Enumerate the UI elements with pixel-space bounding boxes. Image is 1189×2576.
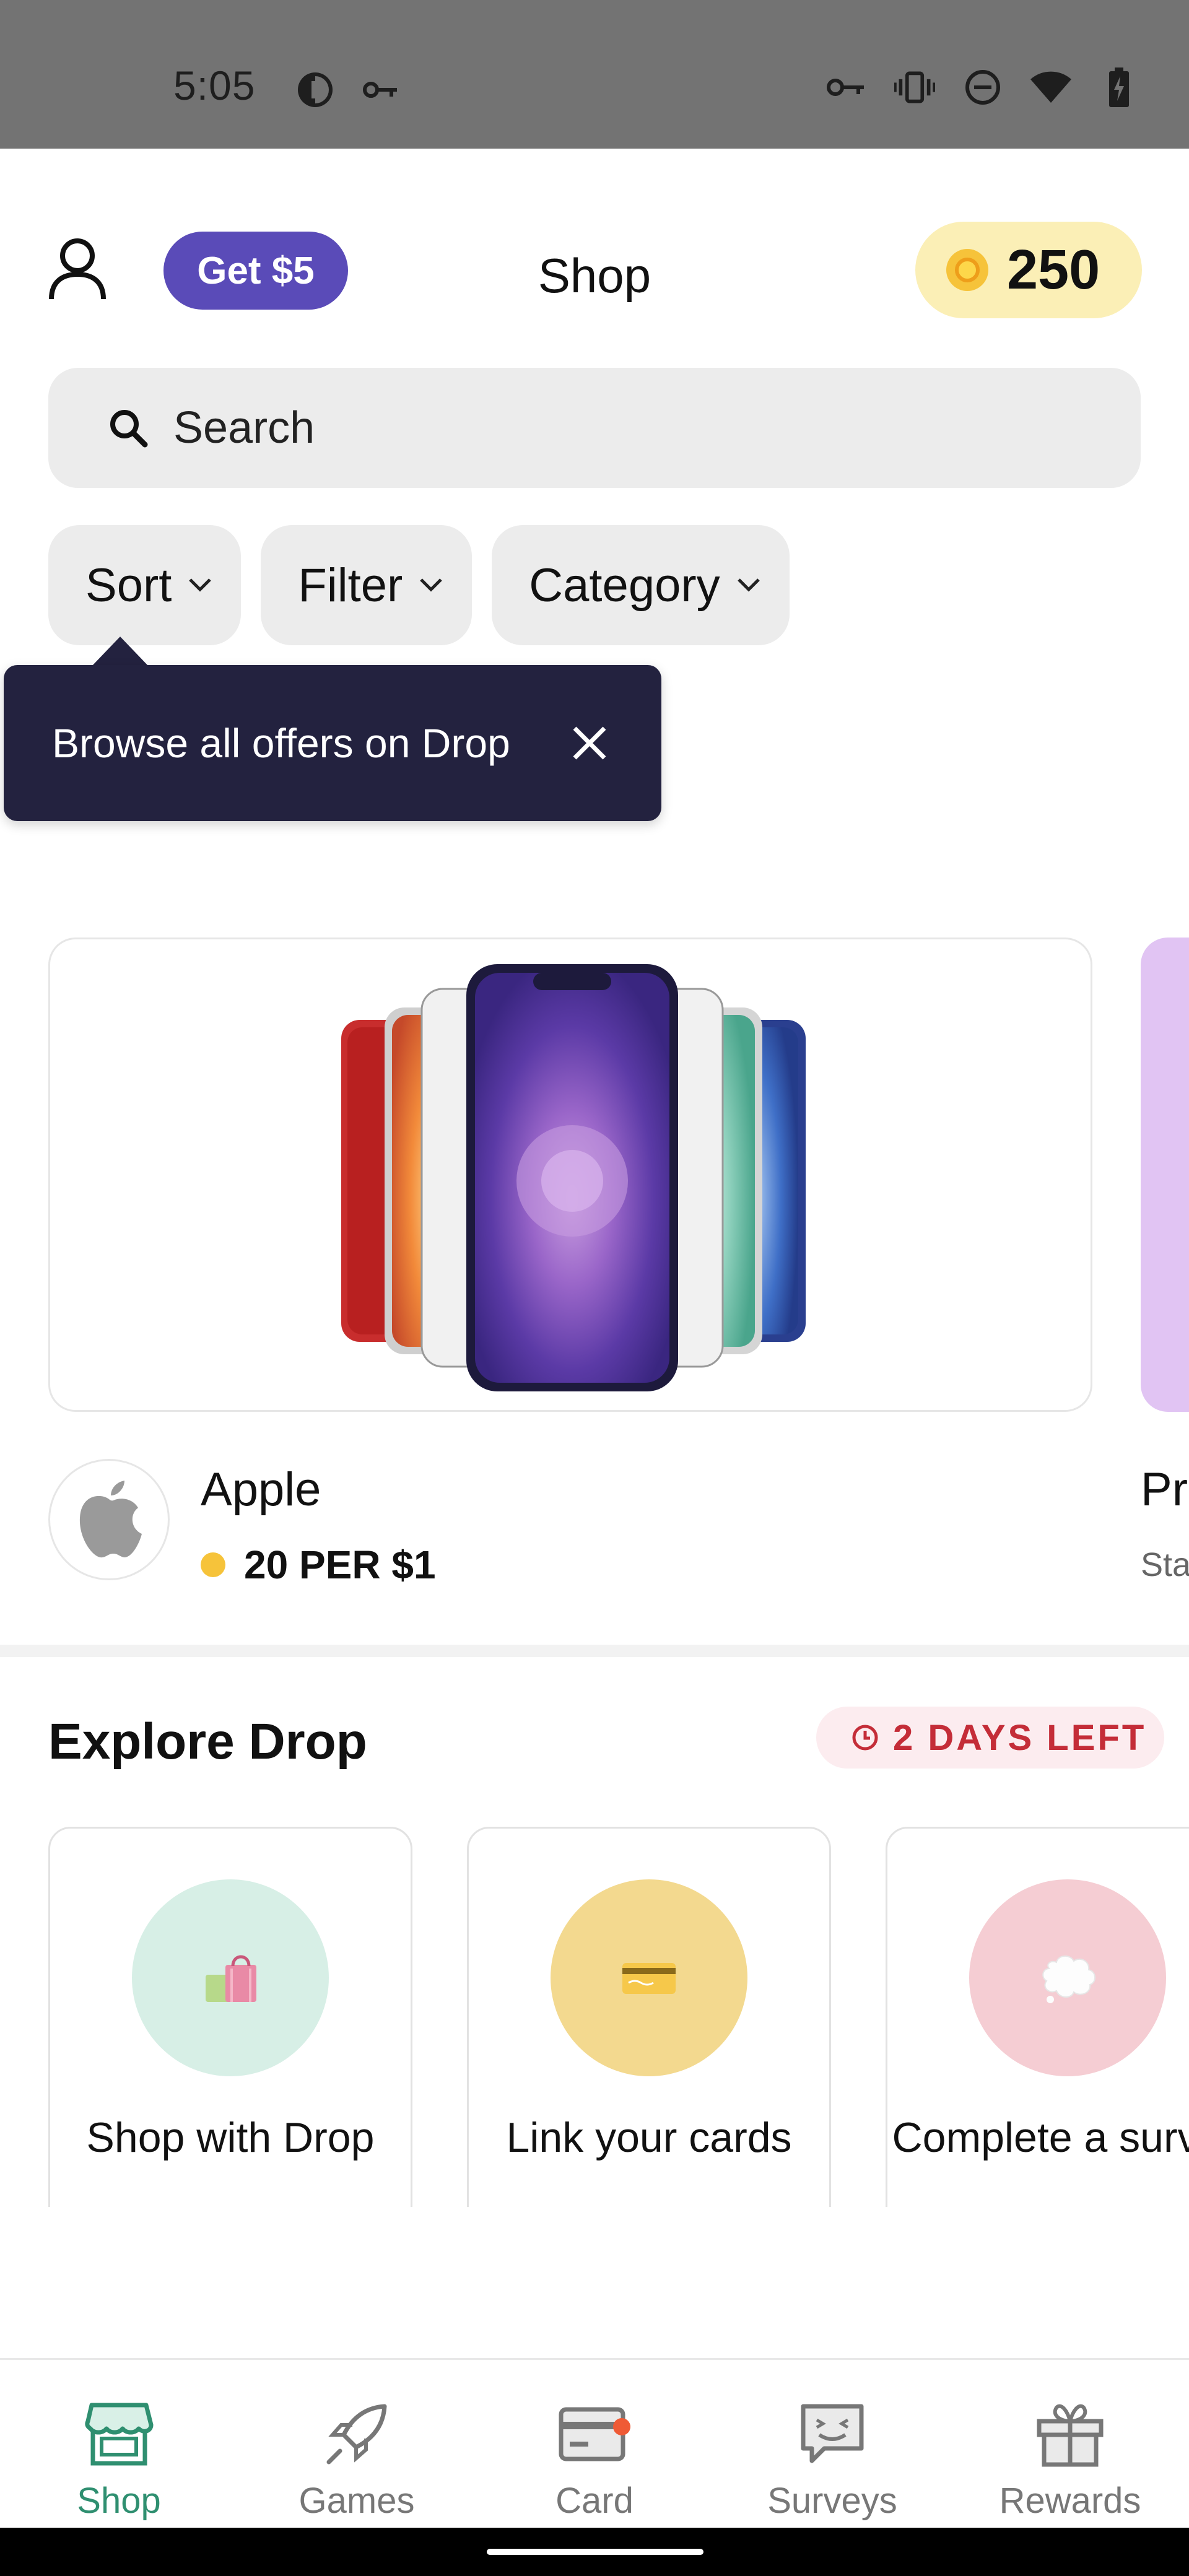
close-icon[interactable]: [567, 721, 612, 765]
clock-icon: [852, 1725, 878, 1751]
search-placeholder: Search: [173, 403, 315, 453]
nav-label: Surveys: [767, 2481, 897, 2521]
explore-card-link[interactable]: Link your cards: [467, 1827, 831, 2207]
explore-circle: [132, 1879, 329, 2076]
coin-dot-icon: [201, 1552, 225, 1577]
nav-label: Games: [298, 2481, 415, 2521]
nav-card[interactable]: Card: [476, 2360, 713, 2528]
explore-card-label: Shop with Drop: [86, 2114, 375, 2161]
section-divider: [0, 1645, 1189, 1657]
sort-chip[interactable]: Sort: [48, 525, 242, 645]
rocket-icon: [320, 2397, 394, 2471]
nav-surveys[interactable]: Surveys: [713, 2360, 951, 2528]
credit-card-icon: [622, 1963, 676, 1994]
vpn-key-icon: [826, 67, 867, 108]
category-label: Category: [529, 559, 720, 612]
status-bar: 5:05: [0, 0, 1189, 149]
category-chip[interactable]: Category: [492, 525, 790, 645]
onboarding-tooltip: Browse all offers on Drop: [4, 665, 661, 821]
next-brand-name: Pr: [1141, 1463, 1188, 1516]
vpn-key-icon: [360, 69, 401, 110]
explore-card-label: Link your cards: [506, 2114, 792, 2161]
status-left-icons: [295, 69, 401, 110]
offer-card[interactable]: [48, 938, 1092, 1412]
home-gesture-handle[interactable]: [487, 2549, 703, 2555]
nav-label: Shop: [77, 2481, 161, 2521]
explore-card-shop[interactable]: Shop with Drop: [48, 1827, 412, 2207]
filter-label: Filter: [298, 559, 403, 612]
data-saver-icon: [295, 69, 336, 110]
speech-bubble-icon: [1042, 1956, 1095, 2003]
filter-chip[interactable]: Filter: [261, 525, 473, 645]
shopping-bags-icon: [206, 1955, 256, 2002]
explore-circle: [969, 1879, 1166, 2076]
explore-title: Explore Drop: [48, 1713, 367, 1770]
days-left-text: 2 DAYS LEFT: [893, 1717, 1147, 1758]
status-right-icons: [826, 67, 1139, 108]
next-brand-subtitle: Sta: [1141, 1546, 1189, 1583]
chevron-down-icon: [420, 578, 443, 592]
brand-name: Apple: [201, 1463, 321, 1516]
sort-label: Sort: [85, 559, 172, 612]
search-input[interactable]: Search: [48, 368, 1141, 488]
nav-label: Rewards: [999, 2481, 1141, 2521]
points-value: 250: [1007, 238, 1100, 301]
chevron-down-icon: [189, 578, 212, 592]
card-icon: [557, 2397, 632, 2471]
nav-rewards[interactable]: Rewards: [951, 2360, 1189, 2528]
vibrate-icon: [894, 67, 935, 108]
storefront-icon: [82, 2397, 156, 2471]
bottom-nav: Shop Games Card Surveys Rewards: [0, 2358, 1189, 2528]
tooltip-text: Browse all offers on Drop: [52, 720, 510, 766]
filter-chips: Sort Filter Category: [48, 525, 790, 645]
app-header: Get $5 Shop 250: [0, 149, 1189, 347]
explore-card-survey[interactable]: Complete a survey: [886, 1827, 1189, 2207]
do-not-disturb-icon: [962, 67, 1003, 108]
coin-icon: [946, 249, 988, 291]
nav-shop[interactable]: Shop: [0, 2360, 238, 2528]
days-left-badge: 2 DAYS LEFT: [816, 1707, 1164, 1769]
status-time: 5:05: [173, 63, 256, 108]
points-balance[interactable]: 250: [915, 222, 1142, 318]
explore-circle: [551, 1879, 747, 2076]
iphone-lineup-image: [341, 964, 806, 1391]
explore-cards: Shop with Drop Link your cards Complete …: [48, 1827, 1189, 2207]
gift-icon: [1033, 2397, 1107, 2471]
offer-card-next[interactable]: [1141, 938, 1189, 1412]
wifi-icon: [1030, 67, 1071, 108]
tooltip-arrow: [92, 637, 149, 666]
nav-games[interactable]: Games: [238, 2360, 476, 2528]
explore-card-label: Complete a survey: [892, 2114, 1189, 2161]
nav-label: Card: [555, 2481, 634, 2521]
battery-charging-icon: [1099, 67, 1139, 108]
rate-text: 20 PER $1: [244, 1543, 436, 1587]
chat-smile-icon: [795, 2397, 869, 2471]
chevron-down-icon: [737, 578, 760, 592]
search-icon: [110, 410, 148, 448]
apple-logo: [48, 1459, 170, 1580]
cashback-rate: 20 PER $1: [201, 1542, 436, 1588]
